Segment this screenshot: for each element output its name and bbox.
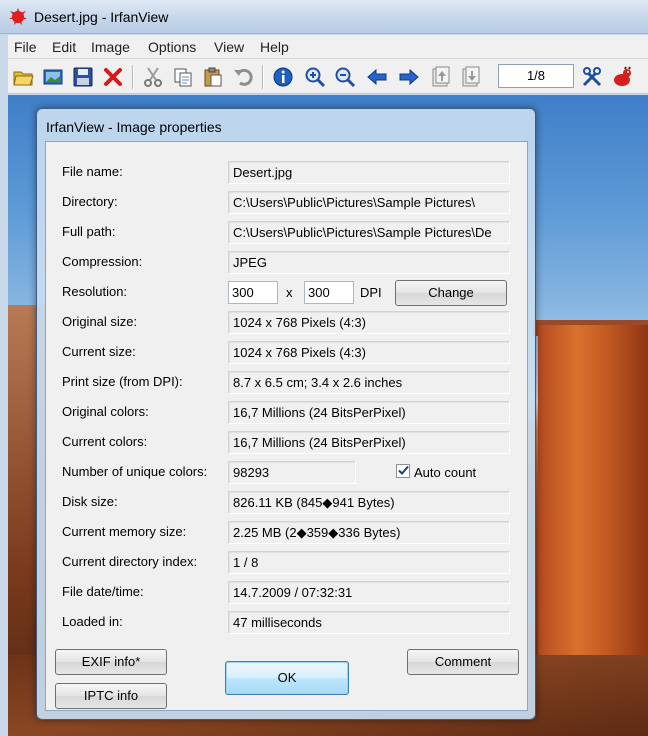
menu-image[interactable]: Image: [91, 39, 130, 55]
page-down-icon[interactable]: [459, 65, 483, 89]
image-properties-dialog: IrfanView - Image properties File name: …: [36, 108, 536, 720]
zoom-in-icon[interactable]: [303, 65, 327, 89]
previous-arrow-icon[interactable]: [365, 65, 389, 89]
label-current-size: Current size:: [62, 344, 136, 359]
irfanview-about-icon[interactable]: [610, 65, 634, 89]
menu-help[interactable]: Help: [260, 39, 289, 55]
resolution-x-input[interactable]: 300: [228, 281, 278, 304]
auto-count-checkbox[interactable]: [396, 464, 410, 478]
menu-file[interactable]: File: [14, 39, 37, 55]
open-folder-icon[interactable]: [11, 65, 35, 89]
info-icon[interactable]: [271, 65, 295, 89]
toolbar-separator: [262, 65, 263, 89]
value-directory[interactable]: C:\Users\Public\Pictures\Sample Pictures…: [228, 191, 510, 214]
copy-icon[interactable]: [171, 65, 195, 89]
label-original-size: Original size:: [62, 314, 138, 329]
menu-bar: File Edit Image Options View Help: [8, 35, 648, 59]
ok-button[interactable]: OK: [225, 661, 349, 695]
value-current-size[interactable]: 1024 x 768 Pixels (4:3): [228, 341, 510, 364]
resolution-separator: x: [286, 285, 293, 300]
label-compression: Compression:: [62, 254, 143, 269]
label-directory: Directory:: [62, 194, 118, 209]
value-file-name[interactable]: Desert.jpg: [228, 161, 510, 184]
page-counter[interactable]: 1/8: [498, 64, 574, 88]
value-disk-size[interactable]: 826.11 KB (845◆941 Bytes): [228, 491, 510, 514]
page-up-icon[interactable]: [429, 65, 453, 89]
value-current-colors[interactable]: 16,7 Millions (24 BitsPerPixel): [228, 431, 510, 454]
toolbar: 1/8: [8, 59, 648, 94]
value-memory-size[interactable]: 2.25 MB (2◆359◆336 Bytes): [228, 521, 510, 544]
menu-view[interactable]: View: [214, 39, 244, 55]
value-full-path[interactable]: C:\Users\Public\Pictures\Sample Pictures…: [228, 221, 510, 244]
label-directory-index: Current directory index:: [62, 554, 198, 569]
dialog-client: File name: Desert.jpg Directory: C:\User…: [45, 141, 528, 711]
window-titlebar: Desert.jpg - IrfanView: [0, 0, 648, 34]
comment-button[interactable]: Comment: [407, 649, 519, 675]
dialog-title: IrfanView - Image properties: [46, 119, 222, 135]
save-icon[interactable]: [71, 65, 95, 89]
settings-tools-icon[interactable]: [580, 65, 604, 89]
label-print-size: Print size (from DPI):: [62, 374, 183, 389]
value-directory-index[interactable]: 1 / 8: [228, 551, 510, 574]
label-resolution: Resolution:: [62, 284, 128, 299]
label-disk-size: Disk size:: [62, 494, 118, 509]
checkmark-icon: [398, 465, 409, 475]
label-current-colors: Current colors:: [62, 434, 148, 449]
value-loaded-in[interactable]: 47 milliseconds: [228, 611, 510, 634]
irfanview-logo-icon: [9, 8, 27, 25]
change-resolution-button[interactable]: Change: [395, 280, 507, 306]
label-full-path: Full path:: [62, 224, 116, 239]
label-file-name: File name:: [62, 164, 123, 179]
menu-edit[interactable]: Edit: [52, 39, 76, 55]
thumbnails-icon[interactable]: [41, 65, 65, 89]
value-file-date[interactable]: 14.7.2009 / 07:32:31: [228, 581, 510, 604]
iptc-info-button[interactable]: IPTC info: [55, 683, 167, 709]
delete-icon[interactable]: [101, 65, 125, 89]
label-unique-colors: Number of unique colors:: [62, 464, 208, 479]
label-file-date: File date/time:: [62, 584, 144, 599]
value-original-size[interactable]: 1024 x 768 Pixels (4:3): [228, 311, 510, 334]
value-compression[interactable]: JPEG: [228, 251, 510, 274]
label-memory-size: Current memory size:: [62, 524, 187, 539]
paste-icon[interactable]: [201, 65, 225, 89]
undo-icon[interactable]: [231, 65, 255, 89]
resolution-unit: DPI: [360, 285, 382, 300]
resolution-y-input[interactable]: 300: [304, 281, 354, 304]
window-title: Desert.jpg - IrfanView: [34, 9, 169, 25]
menu-options[interactable]: Options: [148, 39, 196, 55]
label-original-colors: Original colors:: [62, 404, 149, 419]
value-print-size[interactable]: 8.7 x 6.5 cm; 3.4 x 2.6 inches: [228, 371, 510, 394]
auto-count-label[interactable]: Auto count: [414, 465, 476, 480]
value-original-colors[interactable]: 16,7 Millions (24 BitsPerPixel): [228, 401, 510, 424]
value-unique-colors[interactable]: 98293: [228, 461, 356, 484]
zoom-out-icon[interactable]: [333, 65, 357, 89]
cut-icon[interactable]: [141, 65, 165, 89]
toolbar-separator: [132, 65, 133, 89]
label-loaded-in: Loaded in:: [62, 614, 123, 629]
next-arrow-icon[interactable]: [397, 65, 421, 89]
exif-info-button[interactable]: EXIF info*: [55, 649, 167, 675]
